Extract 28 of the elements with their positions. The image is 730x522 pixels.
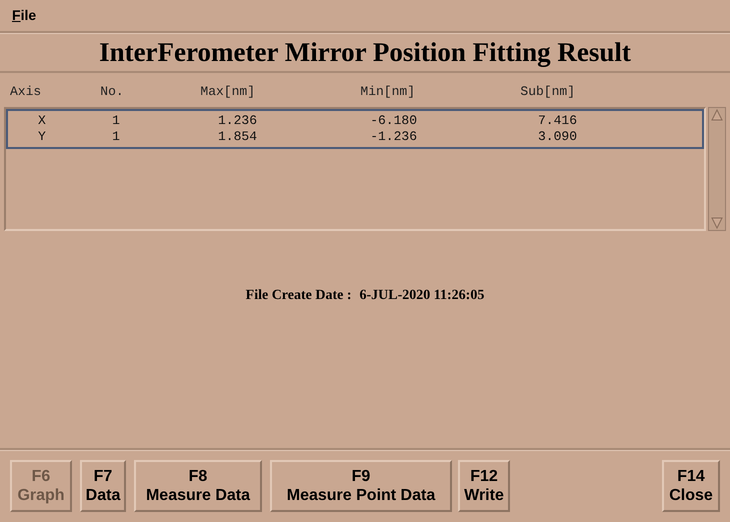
scrollbar[interactable] xyxy=(708,107,726,231)
file-menu[interactable]: File xyxy=(12,5,36,26)
results-list[interactable]: X 1 1.236 -6.180 7.416 Y 1 1.854 -1.236 3.090 xyxy=(6,109,704,149)
table-cell-text: -1.236 xyxy=(369,129,418,145)
scroll-up-icon[interactable] xyxy=(709,108,725,122)
function-key-button[interactable]: F9 Measure Point Data xyxy=(270,460,452,512)
table-cell-text: 1.236 xyxy=(216,113,258,129)
window-title: InterFerometer Mirror Position Fitting Result xyxy=(0,33,730,73)
column-header: Axis xyxy=(10,83,42,102)
function-key-button[interactable]: F8 Measure Data xyxy=(134,460,262,512)
column-header: No. xyxy=(99,83,125,102)
table-cell-text: Y xyxy=(37,129,47,145)
table-cell-text: 1.854 xyxy=(216,129,258,145)
date-label: File Create Date : xyxy=(246,287,352,305)
scroll-down-icon[interactable] xyxy=(709,216,725,230)
date-value: 6-JUL-2020 11:26:05 xyxy=(360,287,484,305)
column-header: Sub[nm] xyxy=(519,83,575,102)
table-cell-text: 7.416 xyxy=(536,113,578,129)
table-cell-text: 3.090 xyxy=(536,129,578,145)
function-key-button[interactable]: F12 Write xyxy=(458,460,510,512)
function-key-button[interactable]: F7 Data xyxy=(80,460,126,512)
table-cell-text: X xyxy=(37,113,47,129)
column-header: Min[nm] xyxy=(359,83,415,102)
table-cell-text: 1 xyxy=(111,113,121,129)
table-cell-text: -6.180 xyxy=(369,113,418,129)
table-cell-text: 1 xyxy=(111,129,121,145)
column-header: Max[nm] xyxy=(199,83,255,102)
function-key-button[interactable]: F14 Close xyxy=(662,460,720,512)
